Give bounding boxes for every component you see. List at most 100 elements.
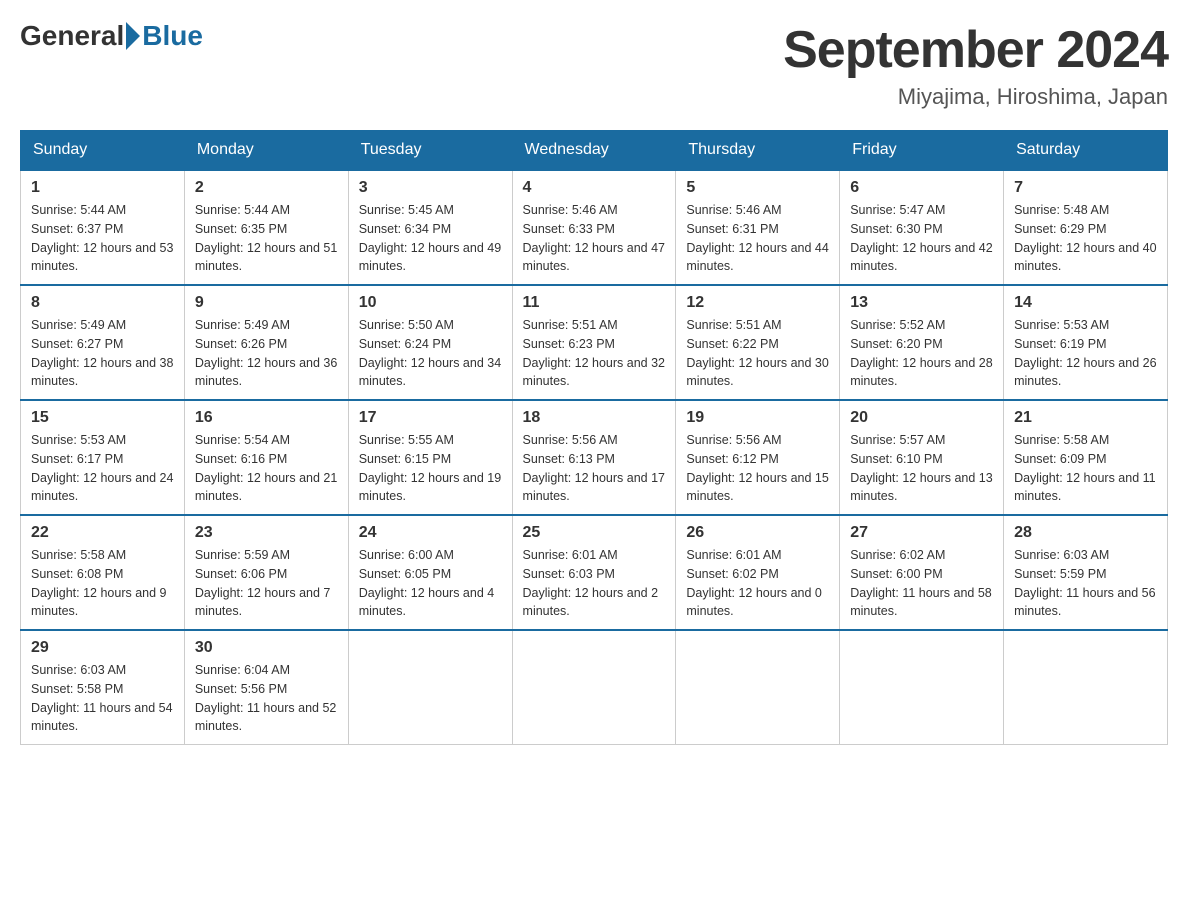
day-info: Sunrise: 5:45 AMSunset: 6:34 PMDaylight:… [359,201,502,276]
day-info: Sunrise: 5:49 AMSunset: 6:27 PMDaylight:… [31,316,174,391]
calendar-week-row: 29 Sunrise: 6:03 AMSunset: 5:58 PMDaylig… [21,630,1168,745]
day-info: Sunrise: 5:48 AMSunset: 6:29 PMDaylight:… [1014,201,1157,276]
calendar-cell: 27 Sunrise: 6:02 AMSunset: 6:00 PMDaylig… [840,515,1004,630]
calendar-cell: 24 Sunrise: 6:00 AMSunset: 6:05 PMDaylig… [348,515,512,630]
calendar-week-row: 1 Sunrise: 5:44 AMSunset: 6:37 PMDayligh… [21,170,1168,285]
day-info: Sunrise: 5:50 AMSunset: 6:24 PMDaylight:… [359,316,502,391]
day-info: Sunrise: 5:44 AMSunset: 6:37 PMDaylight:… [31,201,174,276]
day-number: 20 [850,409,993,427]
calendar-cell: 9 Sunrise: 5:49 AMSunset: 6:26 PMDayligh… [184,285,348,400]
day-info: Sunrise: 6:01 AMSunset: 6:03 PMDaylight:… [523,546,666,621]
calendar-cell [676,630,840,745]
weekday-header-friday: Friday [840,131,1004,171]
day-number: 27 [850,524,993,542]
day-info: Sunrise: 5:56 AMSunset: 6:12 PMDaylight:… [686,431,829,506]
day-info: Sunrise: 5:53 AMSunset: 6:19 PMDaylight:… [1014,316,1157,391]
weekday-header-saturday: Saturday [1004,131,1168,171]
day-number: 19 [686,409,829,427]
location-title: Miyajima, Hiroshima, Japan [783,84,1168,110]
weekday-header-tuesday: Tuesday [348,131,512,171]
calendar-cell: 21 Sunrise: 5:58 AMSunset: 6:09 PMDaylig… [1004,400,1168,515]
title-section: September 2024 Miyajima, Hiroshima, Japa… [783,20,1168,110]
calendar-cell: 11 Sunrise: 5:51 AMSunset: 6:23 PMDaylig… [512,285,676,400]
month-title: September 2024 [783,20,1168,80]
day-info: Sunrise: 5:56 AMSunset: 6:13 PMDaylight:… [523,431,666,506]
day-number: 2 [195,179,338,197]
day-info: Sunrise: 5:52 AMSunset: 6:20 PMDaylight:… [850,316,993,391]
calendar-cell: 15 Sunrise: 5:53 AMSunset: 6:17 PMDaylig… [21,400,185,515]
day-number: 18 [523,409,666,427]
day-number: 13 [850,294,993,312]
calendar-cell: 1 Sunrise: 5:44 AMSunset: 6:37 PMDayligh… [21,170,185,285]
calendar-cell: 12 Sunrise: 5:51 AMSunset: 6:22 PMDaylig… [676,285,840,400]
day-number: 23 [195,524,338,542]
calendar-cell: 8 Sunrise: 5:49 AMSunset: 6:27 PMDayligh… [21,285,185,400]
day-info: Sunrise: 6:00 AMSunset: 6:05 PMDaylight:… [359,546,502,621]
calendar-cell: 23 Sunrise: 5:59 AMSunset: 6:06 PMDaylig… [184,515,348,630]
calendar-cell: 25 Sunrise: 6:01 AMSunset: 6:03 PMDaylig… [512,515,676,630]
day-info: Sunrise: 5:59 AMSunset: 6:06 PMDaylight:… [195,546,338,621]
calendar-week-row: 22 Sunrise: 5:58 AMSunset: 6:08 PMDaylig… [21,515,1168,630]
day-number: 26 [686,524,829,542]
weekday-header-row: SundayMondayTuesdayWednesdayThursdayFrid… [21,131,1168,171]
weekday-header-wednesday: Wednesday [512,131,676,171]
weekday-header-thursday: Thursday [676,131,840,171]
day-number: 21 [1014,409,1157,427]
weekday-header-monday: Monday [184,131,348,171]
calendar-cell: 6 Sunrise: 5:47 AMSunset: 6:30 PMDayligh… [840,170,1004,285]
calendar-cell: 28 Sunrise: 6:03 AMSunset: 5:59 PMDaylig… [1004,515,1168,630]
day-info: Sunrise: 5:44 AMSunset: 6:35 PMDaylight:… [195,201,338,276]
day-number: 14 [1014,294,1157,312]
calendar-cell: 29 Sunrise: 6:03 AMSunset: 5:58 PMDaylig… [21,630,185,745]
logo-blue-text: Blue [142,20,203,52]
calendar-cell: 7 Sunrise: 5:48 AMSunset: 6:29 PMDayligh… [1004,170,1168,285]
day-number: 22 [31,524,174,542]
day-number: 1 [31,179,174,197]
calendar-cell: 16 Sunrise: 5:54 AMSunset: 6:16 PMDaylig… [184,400,348,515]
logo: General Blue [20,20,203,52]
calendar-cell: 22 Sunrise: 5:58 AMSunset: 6:08 PMDaylig… [21,515,185,630]
day-info: Sunrise: 6:04 AMSunset: 5:56 PMDaylight:… [195,661,338,736]
calendar-cell: 19 Sunrise: 5:56 AMSunset: 6:12 PMDaylig… [676,400,840,515]
day-number: 17 [359,409,502,427]
page-header: General Blue September 2024 Miyajima, Hi… [20,20,1168,110]
logo-general-text: General [20,20,124,52]
day-info: Sunrise: 5:46 AMSunset: 6:31 PMDaylight:… [686,201,829,276]
calendar-week-row: 8 Sunrise: 5:49 AMSunset: 6:27 PMDayligh… [21,285,1168,400]
day-info: Sunrise: 5:58 AMSunset: 6:08 PMDaylight:… [31,546,174,621]
day-info: Sunrise: 5:51 AMSunset: 6:23 PMDaylight:… [523,316,666,391]
calendar-week-row: 15 Sunrise: 5:53 AMSunset: 6:17 PMDaylig… [21,400,1168,515]
day-number: 6 [850,179,993,197]
day-number: 25 [523,524,666,542]
calendar-cell [512,630,676,745]
day-info: Sunrise: 6:01 AMSunset: 6:02 PMDaylight:… [686,546,829,621]
calendar-cell [348,630,512,745]
day-number: 11 [523,294,666,312]
calendar-cell: 20 Sunrise: 5:57 AMSunset: 6:10 PMDaylig… [840,400,1004,515]
day-info: Sunrise: 5:55 AMSunset: 6:15 PMDaylight:… [359,431,502,506]
day-number: 3 [359,179,502,197]
day-info: Sunrise: 6:02 AMSunset: 6:00 PMDaylight:… [850,546,993,621]
calendar-cell [840,630,1004,745]
calendar-cell: 4 Sunrise: 5:46 AMSunset: 6:33 PMDayligh… [512,170,676,285]
day-number: 29 [31,639,174,657]
day-number: 5 [686,179,829,197]
day-number: 10 [359,294,502,312]
day-number: 30 [195,639,338,657]
day-info: Sunrise: 5:51 AMSunset: 6:22 PMDaylight:… [686,316,829,391]
calendar-cell: 5 Sunrise: 5:46 AMSunset: 6:31 PMDayligh… [676,170,840,285]
day-info: Sunrise: 6:03 AMSunset: 5:59 PMDaylight:… [1014,546,1157,621]
calendar-cell: 30 Sunrise: 6:04 AMSunset: 5:56 PMDaylig… [184,630,348,745]
calendar-cell: 10 Sunrise: 5:50 AMSunset: 6:24 PMDaylig… [348,285,512,400]
day-info: Sunrise: 5:54 AMSunset: 6:16 PMDaylight:… [195,431,338,506]
day-info: Sunrise: 5:46 AMSunset: 6:33 PMDaylight:… [523,201,666,276]
calendar-cell: 2 Sunrise: 5:44 AMSunset: 6:35 PMDayligh… [184,170,348,285]
day-number: 28 [1014,524,1157,542]
day-number: 9 [195,294,338,312]
day-number: 12 [686,294,829,312]
day-number: 4 [523,179,666,197]
calendar-cell: 14 Sunrise: 5:53 AMSunset: 6:19 PMDaylig… [1004,285,1168,400]
calendar-cell: 13 Sunrise: 5:52 AMSunset: 6:20 PMDaylig… [840,285,1004,400]
calendar-cell: 18 Sunrise: 5:56 AMSunset: 6:13 PMDaylig… [512,400,676,515]
day-info: Sunrise: 5:49 AMSunset: 6:26 PMDaylight:… [195,316,338,391]
